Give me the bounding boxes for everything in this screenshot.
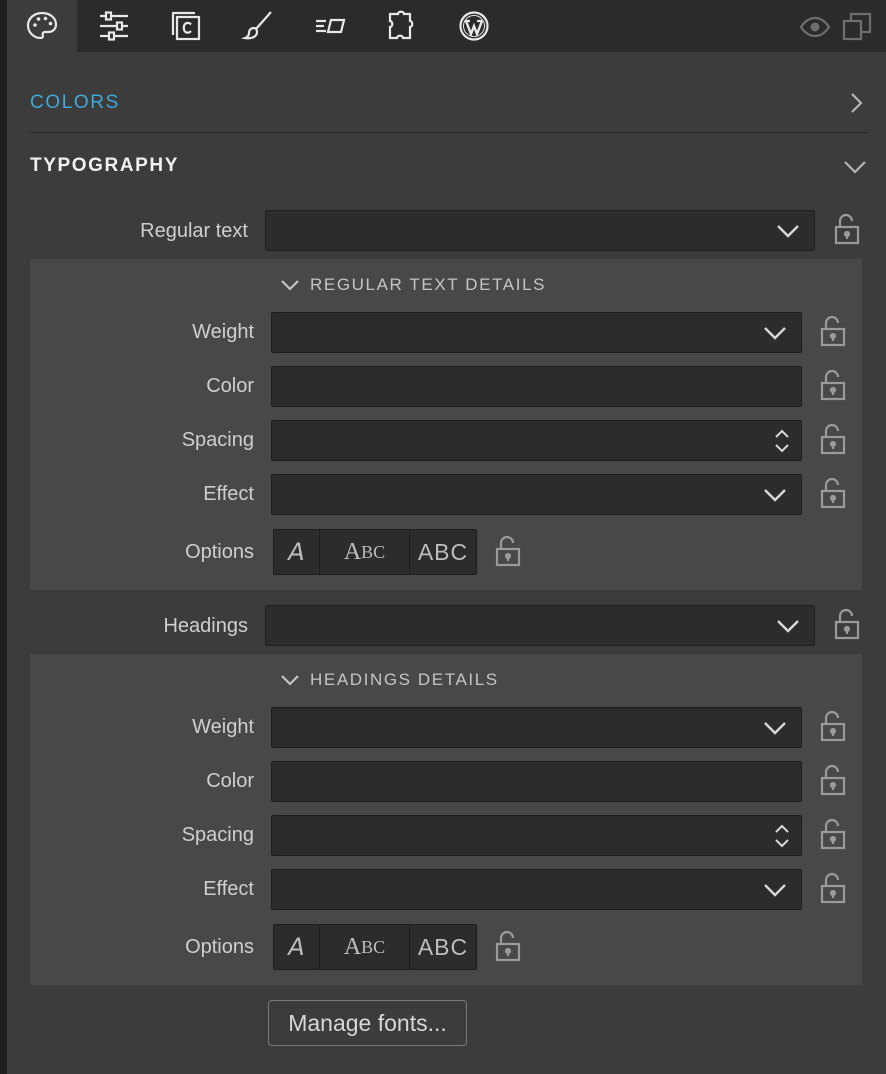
eye-icon[interactable] xyxy=(799,10,831,42)
panel-toolbar xyxy=(7,0,886,52)
brush-icon xyxy=(241,11,272,40)
chevron-down-icon xyxy=(764,722,786,735)
tool-design[interactable] xyxy=(7,0,77,52)
unlock-icon[interactable] xyxy=(820,872,846,904)
details-title: REGULAR TEXT DETAILS xyxy=(310,275,547,294)
unlock-icon[interactable] xyxy=(820,315,846,347)
chevron-down-icon xyxy=(764,327,786,340)
effect-select[interactable] xyxy=(271,869,802,910)
options-label: Options xyxy=(185,541,254,563)
colors-section-title: COLORS xyxy=(30,92,120,113)
unlock-icon[interactable] xyxy=(820,477,846,509)
chevron-right-icon xyxy=(851,93,863,113)
spacing-stepper[interactable] xyxy=(271,815,802,856)
spacing-stepper[interactable] xyxy=(271,420,802,461)
headings-details-toggle[interactable]: HEADINGS DETAILS xyxy=(280,668,499,692)
colors-section-header[interactable]: COLORS xyxy=(30,73,868,133)
unlock-icon[interactable] xyxy=(820,764,846,796)
small-caps-small: BC xyxy=(361,541,386,562)
headings-font-select[interactable] xyxy=(265,605,815,646)
unlock-icon[interactable] xyxy=(834,213,860,245)
color-input[interactable] xyxy=(271,761,802,802)
stepper-arrows-icon[interactable] xyxy=(773,427,791,455)
options-label: Options xyxy=(185,936,254,958)
tool-code[interactable] xyxy=(151,0,221,52)
custom-code-icon xyxy=(171,11,201,41)
sliders-icon xyxy=(100,11,128,41)
chevron-down-icon xyxy=(764,489,786,502)
tool-text[interactable] xyxy=(295,0,365,52)
text-options-group: A A BC ABC xyxy=(273,529,477,575)
headings-label: Headings xyxy=(163,615,248,637)
tool-style[interactable] xyxy=(223,0,293,52)
effect-label: Effect xyxy=(203,878,254,900)
unlock-icon[interactable] xyxy=(834,608,860,640)
tool-wordpress[interactable] xyxy=(439,0,509,52)
typography-section-header[interactable]: TYPOGRAPHY xyxy=(30,136,868,196)
unlock-icon[interactable] xyxy=(495,930,521,962)
chevron-down-icon xyxy=(844,161,866,174)
small-caps-big: A xyxy=(343,933,362,960)
chevron-down-icon xyxy=(764,884,786,897)
unlock-icon[interactable] xyxy=(820,818,846,850)
tool-components[interactable] xyxy=(367,0,437,52)
palette-icon xyxy=(26,11,58,40)
effect-label: Effect xyxy=(203,483,254,505)
weight-label: Weight xyxy=(192,321,254,343)
puzzle-icon xyxy=(388,10,414,40)
italic-option[interactable]: A xyxy=(274,925,320,969)
unlock-icon[interactable] xyxy=(495,535,521,567)
chevron-down-icon xyxy=(281,675,299,686)
small-caps-option[interactable]: A BC xyxy=(320,925,410,969)
properties-panel: COLORS TYPOGRAPHY Regular text REGULAR T… xyxy=(7,0,886,1074)
spacing-label: Spacing xyxy=(181,824,254,846)
stepper-arrows-icon[interactable] xyxy=(773,822,791,850)
manage-fonts-button[interactable]: Manage fonts... xyxy=(268,1000,467,1046)
weight-select[interactable] xyxy=(271,707,802,748)
window-edge xyxy=(0,0,7,1074)
section-divider xyxy=(30,132,868,133)
headings-details: HEADINGS DETAILS Weight Color Spacing Ef… xyxy=(30,654,862,985)
unlock-icon[interactable] xyxy=(820,710,846,742)
typography-section-title: TYPOGRAPHY xyxy=(30,155,180,176)
unlock-icon[interactable] xyxy=(820,369,846,401)
small-caps-option[interactable]: A BC xyxy=(320,530,410,574)
unlock-icon[interactable] xyxy=(820,423,846,455)
wordpress-icon xyxy=(459,11,489,41)
color-label: Color xyxy=(206,375,254,397)
tool-settings[interactable] xyxy=(79,0,149,52)
regular-text-label: Regular text xyxy=(140,220,248,242)
color-input[interactable] xyxy=(271,366,802,407)
text-options-group: A A BC ABC xyxy=(273,924,477,970)
regular-text-details-toggle[interactable]: REGULAR TEXT DETAILS xyxy=(280,273,546,297)
all-caps-option[interactable]: ABC xyxy=(410,530,476,574)
chevron-down-icon xyxy=(777,225,799,238)
small-caps-big: A xyxy=(343,538,362,565)
weight-select[interactable] xyxy=(271,312,802,353)
spacing-label: Spacing xyxy=(181,429,254,451)
color-label: Color xyxy=(206,770,254,792)
effect-select[interactable] xyxy=(271,474,802,515)
small-caps-small: BC xyxy=(361,936,386,957)
chevron-down-icon xyxy=(777,620,799,633)
all-caps-option[interactable]: ABC xyxy=(410,925,476,969)
regular-text-font-select[interactable] xyxy=(265,210,815,251)
text-align-icon xyxy=(316,18,346,34)
details-title: HEADINGS DETAILS xyxy=(310,670,499,689)
italic-option[interactable]: A xyxy=(274,530,320,574)
regular-text-details: REGULAR TEXT DETAILS Weight Color Spacin… xyxy=(30,259,862,590)
chevron-down-icon xyxy=(281,280,299,291)
weight-label: Weight xyxy=(192,716,254,738)
duplicate-icon[interactable] xyxy=(841,10,873,42)
